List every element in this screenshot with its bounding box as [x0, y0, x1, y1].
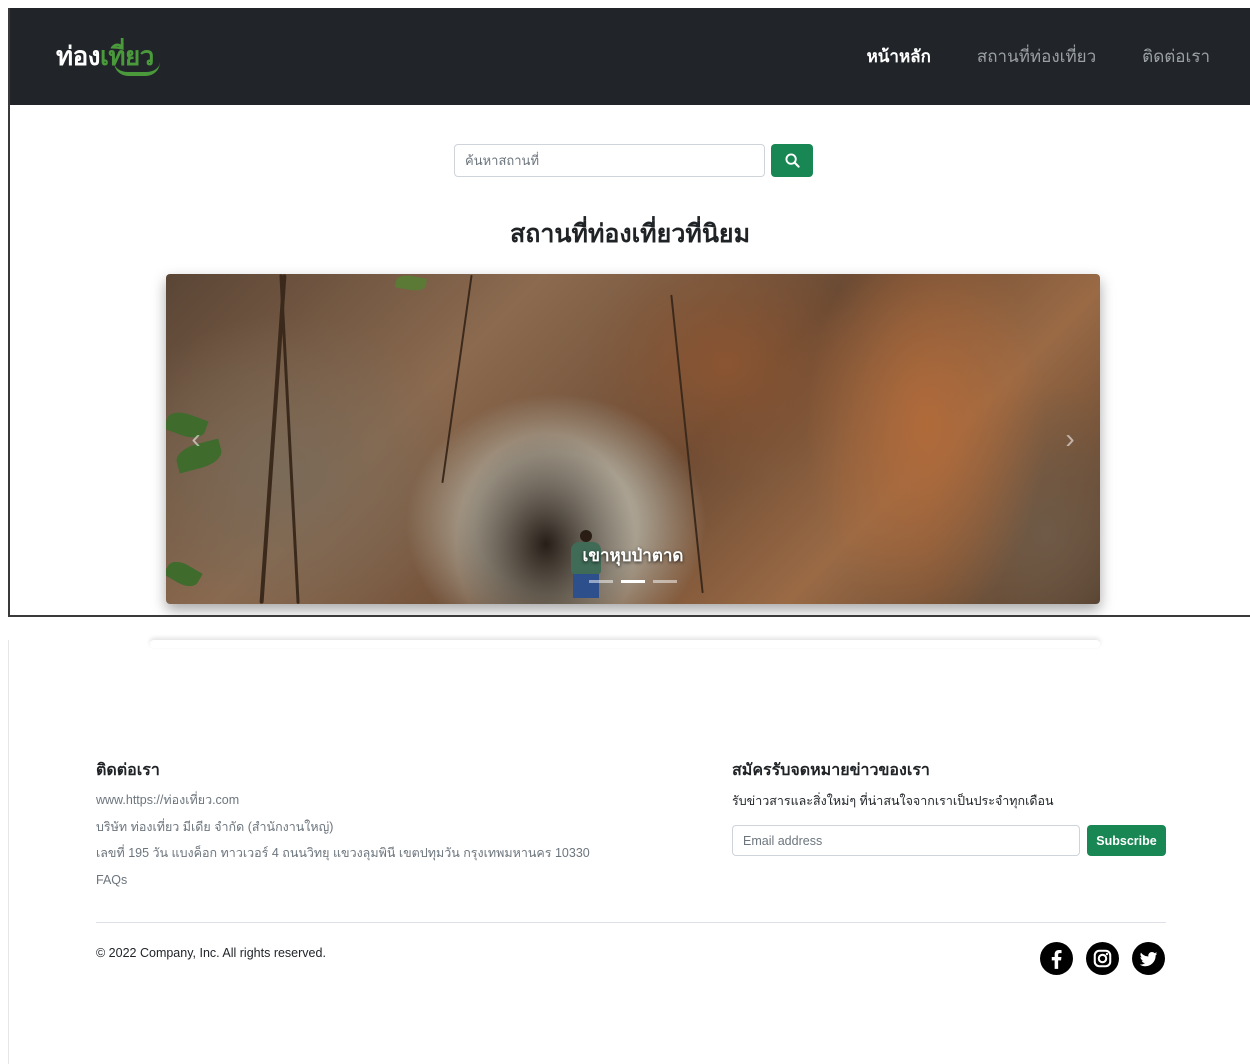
carousel-caption: เขาหุบป่าตาด	[582, 546, 684, 565]
footer-website-link[interactable]: www.https://ท่องเที่ยว.com	[96, 791, 590, 818]
newsletter-form: Subscribe	[732, 825, 1166, 856]
search-icon	[784, 153, 800, 168]
newsletter-heading: สมัครรับจดหมายข่าวของเรา	[732, 762, 930, 779]
card-shadow-edge	[150, 640, 1100, 648]
footer-company: บริษัท ท่องเที่ยว มีเดีย จำกัด (สำนักงาน…	[96, 819, 334, 834]
search-input[interactable]	[454, 144, 765, 177]
footer-faqs-link[interactable]: FAQs	[96, 871, 590, 898]
section-title: สถานที่ท่องเที่ยวที่นิยม	[509, 220, 751, 248]
email-input[interactable]	[732, 825, 1080, 856]
logo-smile-icon	[114, 62, 160, 76]
logo-text-part1: ท่อง	[56, 41, 100, 71]
nav-item-attractions[interactable]: สถานที่ท่องเที่ยว	[977, 43, 1096, 70]
page-left-border	[8, 640, 9, 1064]
chevron-left-icon: ‹	[191, 423, 201, 454]
carousel[interactable]: ‹ › เขาหุบป่าตาด	[166, 274, 1100, 604]
twitter-icon[interactable]	[1132, 942, 1165, 975]
subscribe-button[interactable]: Subscribe	[1087, 825, 1166, 856]
brand-logo[interactable]: ท่อง เที่ยว	[56, 36, 160, 77]
social-links	[1040, 942, 1165, 975]
carousel-indicators	[166, 580, 1100, 583]
nav-item-home[interactable]: หน้าหลัก	[867, 43, 931, 70]
facebook-icon[interactable]	[1040, 942, 1073, 975]
footer-divider	[96, 922, 1166, 923]
footer-newsletter: สมัครรับจดหมายข่าวของเรา รับข่าวสารและสิ…	[732, 758, 1166, 856]
navbar: ท่อง เที่ยว หน้าหลัก สถานที่ท่องเที่ยว ต…	[10, 8, 1250, 105]
footer-address: เลขที่ 195 วัน แบงค็อก ทาวเวอร์ 4 ถนนวิท…	[96, 846, 590, 860]
carousel-indicator-3[interactable]	[653, 580, 677, 583]
carousel-indicator-1[interactable]	[589, 580, 613, 583]
search-button[interactable]	[771, 144, 813, 177]
nav-links: หน้าหลัก สถานที่ท่องเที่ยว ติดต่อเรา	[867, 43, 1210, 70]
footer-contact: ติดต่อเรา www.https://ท่องเที่ยว.com บริ…	[96, 758, 590, 897]
footer-contact-heading: ติดต่อเรา	[96, 762, 160, 779]
newsletter-subtitle: รับข่าวสารและสิ่งใหม่ๆ ที่น่าสนใจจากเราเ…	[732, 794, 1054, 808]
chevron-right-icon: ›	[1065, 423, 1075, 454]
nav-item-contact[interactable]: ติดต่อเรา	[1142, 43, 1210, 70]
carousel-indicator-2[interactable]	[621, 580, 645, 583]
copyright-text: © 2022 Company, Inc. All rights reserved…	[96, 946, 326, 960]
page-screenshot-top: ท่อง เที่ยว หน้าหลัก สถานที่ท่องเที่ยว ต…	[8, 8, 1250, 617]
instagram-icon[interactable]	[1086, 942, 1119, 975]
search-bar	[454, 144, 813, 177]
